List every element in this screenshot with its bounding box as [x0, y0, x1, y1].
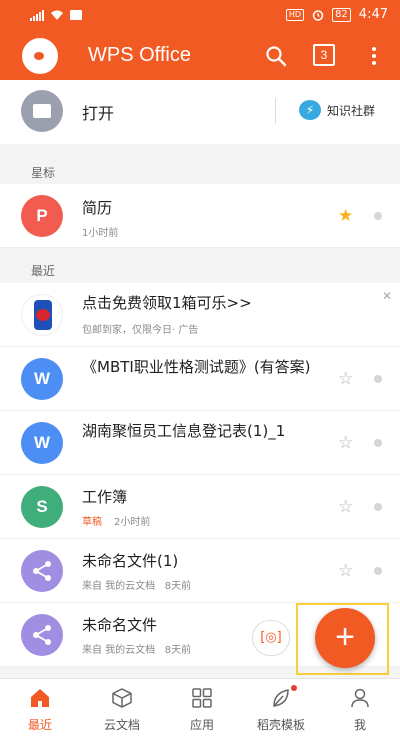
search-icon[interactable]	[264, 44, 288, 68]
status-bar: HD 82 4:47	[0, 0, 400, 32]
tab-label: 应用	[189, 718, 214, 732]
section-recent: 最近	[31, 264, 56, 278]
cola-ad-icon	[21, 294, 63, 336]
grid-icon	[192, 688, 212, 708]
star-icon[interactable]: ☆	[338, 433, 353, 453]
notification-icon	[70, 10, 82, 20]
star-icon[interactable]: ☆	[338, 561, 353, 581]
file-meta: 来自 我的云文档 8天前	[82, 641, 191, 656]
pdf-file-icon: P	[21, 195, 63, 237]
section-starred: 星标	[31, 166, 56, 180]
signal-icon	[30, 9, 44, 21]
folder-icon	[21, 90, 63, 132]
close-icon[interactable]: ✕	[382, 289, 392, 303]
tab-label: 云文档	[103, 718, 140, 732]
clock: 4:47	[358, 7, 388, 22]
list-item[interactable]: S 工作簿 草稿 2小时前 ☆	[0, 475, 400, 539]
tab-templates[interactable]: 稻壳模板	[241, 679, 321, 736]
battery-indicator: 82	[332, 7, 351, 22]
file-title: 工作簿	[82, 488, 128, 506]
list-item[interactable]: 点击免费领取1箱可乐>> 包邮到家，仅限今日· 广告 ✕	[0, 283, 400, 347]
star-icon[interactable]: ☆	[338, 369, 353, 389]
file-time: 8天前	[164, 645, 192, 656]
divider	[275, 98, 276, 124]
file-meta: 草稿 2小时前	[82, 513, 150, 528]
cube-icon	[112, 688, 132, 708]
home-icon	[31, 689, 49, 707]
ad-title: 点击免费领取1箱可乐>>	[82, 294, 252, 312]
draft-badge: 草稿	[82, 517, 102, 528]
tab-label: 稻壳模板	[256, 718, 305, 732]
list-item[interactable]: P 简历 1小时前 ★	[0, 184, 400, 248]
options-dot[interactable]	[374, 503, 382, 511]
notification-dot	[291, 685, 297, 691]
avatar[interactable]	[22, 38, 58, 74]
knowledge-community-link[interactable]: 知识社群	[327, 102, 375, 119]
file-meta: 来自 我的云文档 8天前	[82, 577, 191, 592]
bottom-nav: 最近 云文档 应用 稻壳模板 我	[0, 678, 400, 736]
list-item[interactable]: W 《MBTI职业性格测试题》(有答案) ☆	[0, 347, 400, 411]
tab-cloud-docs[interactable]: 云文档	[82, 679, 162, 736]
tab-me[interactable]: 我	[320, 679, 400, 736]
options-dot[interactable]	[374, 439, 382, 447]
lightning-icon[interactable]: ⚡	[299, 100, 321, 120]
page-title: WPS Office	[88, 44, 191, 66]
file-source: 来自 我的云文档	[82, 581, 156, 592]
app-bar: WPS Office 3	[0, 32, 400, 80]
spreadsheet-file-icon: S	[21, 486, 63, 528]
network-badge: HD	[285, 8, 305, 21]
options-dot[interactable]	[374, 212, 382, 220]
alarm-icon	[312, 9, 324, 21]
file-source: 来自 我的云文档	[82, 645, 156, 656]
leaf-icon	[273, 689, 289, 707]
tabs-count-button[interactable]: 3	[313, 44, 335, 66]
star-icon[interactable]: ☆	[338, 497, 353, 517]
file-title: 未命名文件	[82, 616, 158, 634]
word-file-icon: W	[21, 422, 63, 464]
ad-meta: 包邮到家，仅限今日· 广告	[82, 325, 199, 336]
wifi-icon	[51, 10, 63, 20]
open-file-row[interactable]: 打开 ⚡ 知识社群	[0, 80, 400, 144]
file-title: 未命名文件(1)	[82, 552, 179, 570]
list-item[interactable]: 未命名文件(1) 来自 我的云文档 8天前 ☆	[0, 539, 400, 603]
scan-icon[interactable]: [◎]	[252, 620, 290, 656]
options-dot[interactable]	[374, 567, 382, 575]
file-title: 简历	[82, 199, 113, 217]
person-icon	[351, 688, 369, 708]
tab-recent[interactable]: 最近	[0, 679, 80, 736]
share-icon	[21, 550, 63, 592]
file-title: 《MBTI职业性格测试题》(有答案)	[82, 358, 311, 376]
list-item[interactable]: W 湖南聚恒员工信息登记表(1)_1 ☆	[0, 411, 400, 475]
file-time: 8天前	[164, 581, 192, 592]
star-icon[interactable]: ★	[338, 206, 353, 226]
tab-label: 最近	[27, 718, 52, 732]
options-dot[interactable]	[374, 375, 382, 383]
tab-label: 我	[353, 718, 366, 732]
tab-apps[interactable]: 应用	[162, 679, 242, 736]
share-icon	[21, 614, 63, 656]
file-title: 湖南聚恒员工信息登记表(1)_1	[82, 422, 286, 440]
more-menu-icon[interactable]	[366, 44, 382, 68]
file-meta: 1小时前	[82, 228, 119, 239]
add-button[interactable]: +	[315, 608, 375, 668]
word-file-icon: W	[21, 358, 63, 400]
open-label: 打开	[82, 104, 115, 123]
file-time: 2小时前	[114, 517, 151, 528]
